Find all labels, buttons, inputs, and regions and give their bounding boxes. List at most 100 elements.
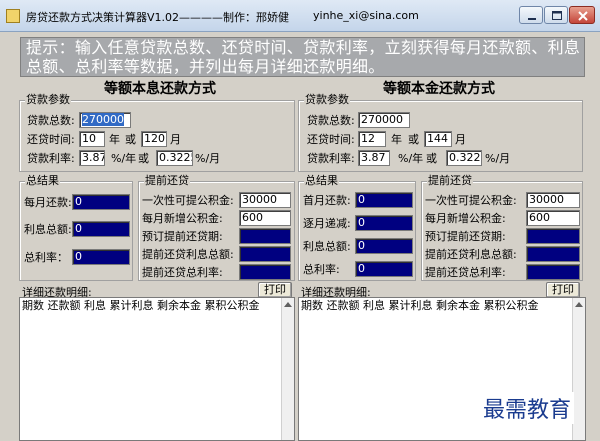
- right-once-label: 一次性可提公积金:: [425, 194, 517, 207]
- right-monthly-add-input[interactable]: 600: [526, 210, 580, 226]
- left-prepay-group: 提前还贷 一次性可提公积金: 30000 每月新增公积金: 600 预订提前还贷…: [138, 175, 295, 281]
- left-monthly-output: 0: [72, 194, 130, 210]
- right-first-label: 首月还款:: [303, 194, 351, 207]
- right-interest-output: 0: [355, 238, 413, 254]
- maximize-button[interactable]: [544, 6, 568, 24]
- right-prepay-interest-label: 提前还贷利息总额:: [425, 248, 517, 261]
- right-period-label: 预订提前还贷期:: [425, 230, 506, 243]
- left-list-scrollbar[interactable]: [281, 298, 294, 440]
- right-params-group: 贷款参数 贷款总数: 270000 还贷时间: 12 年 或 144 月 贷款利…: [298, 94, 583, 172]
- right-total-rate-output: 0: [355, 261, 413, 277]
- left-result-group: 总结果 每月还款: 0 利息总额: 0 总利率： 0: [19, 175, 133, 281]
- left-monthly-add-input[interactable]: 600: [239, 210, 291, 226]
- right-time-label: 还贷时间:: [307, 133, 355, 146]
- right-list-header: 期数 还款额 利息 累计利息 剩余本金 累积公积金: [301, 299, 539, 312]
- right-or-label: 或: [408, 133, 419, 146]
- right-rate-month-unit: %/月: [485, 152, 511, 165]
- right-interest-label: 利息总额:: [303, 240, 351, 253]
- left-total-rate-label: 总利率：: [24, 251, 68, 264]
- right-decrease-label: 逐月递减:: [303, 217, 351, 230]
- right-rate-year-input[interactable]: 3.87: [358, 150, 390, 166]
- app-window: 房贷还款方式决策计算器V1.02————制作：邢娇健 yinhe_xi@sina…: [0, 0, 600, 441]
- minimize-button[interactable]: [519, 6, 543, 24]
- right-prepay-rate-output: [526, 264, 580, 280]
- right-rate-or-label: 或: [426, 152, 437, 165]
- right-month-unit: 月: [455, 133, 466, 146]
- left-total-rate-output: 0: [72, 249, 130, 265]
- left-interest-output: 0: [72, 221, 130, 237]
- left-params-legend: 贷款参数: [25, 93, 71, 106]
- right-prepay-rate-label: 提前还贷总利率:: [425, 266, 506, 279]
- app-icon: [6, 9, 20, 23]
- left-prepay-rate-output: [239, 264, 291, 280]
- left-years-input[interactable]: 10: [79, 131, 105, 147]
- right-period-output: [526, 228, 580, 244]
- right-decrease-output: 0: [355, 215, 413, 231]
- hint-line-2: 总额、总利率等数据，并列出每月详细还款明细。: [26, 57, 385, 76]
- title-bar: 房贷还款方式决策计算器V1.02————制作：邢娇健 yinhe_xi@sina…: [0, 0, 600, 32]
- hint-line-1: 提示：输入任意贷款总数、还贷时间、贷款利率，立刻获得每月还款额、利息: [26, 38, 581, 57]
- left-total-input[interactable]: 270000: [79, 112, 131, 128]
- left-rate-year-input[interactable]: 3.87: [79, 150, 105, 166]
- left-rate-month-unit: %/月: [195, 152, 221, 165]
- left-result-legend: 总结果: [25, 174, 60, 187]
- left-prepay-rate-label: 提前还贷总利率:: [142, 266, 223, 279]
- right-prepay-interest-output: [526, 246, 580, 262]
- left-rate-label: 贷款利率:: [27, 152, 75, 165]
- left-time-label: 还贷时间:: [27, 133, 75, 146]
- left-prepay-interest-label: 提前还贷利息总额:: [142, 248, 234, 261]
- scroll-up-icon[interactable]: [575, 302, 583, 307]
- right-result-legend: 总结果: [304, 174, 339, 187]
- left-year-unit: 年: [109, 133, 120, 146]
- window-title: 房贷还款方式决策计算器V1.02————制作：邢娇健: [26, 11, 290, 24]
- right-once-input[interactable]: 30000: [526, 192, 580, 208]
- right-months-input[interactable]: 144: [424, 131, 452, 147]
- close-button[interactable]: [569, 6, 595, 24]
- scroll-up-icon[interactable]: [284, 302, 292, 307]
- client-area: 提示：输入任意贷款总数、还贷时间、贷款利率，立刻获得每月还款额、利息 总额、总利…: [0, 32, 600, 441]
- author-email: yinhe_xi@sina.com: [313, 9, 419, 22]
- hint-banner: 提示：输入任意贷款总数、还贷时间、贷款利率，立刻获得每月还款额、利息 总额、总利…: [20, 37, 585, 77]
- watermark-logo: 最需教育: [480, 392, 575, 424]
- right-prepay-legend: 提前还贷: [427, 174, 473, 187]
- left-params-group: 贷款参数 贷款总数: 270000 还贷时间: 10 年 或 120 月 贷款利…: [19, 94, 295, 172]
- left-period-output: [239, 228, 291, 244]
- left-prepay-legend: 提前还贷: [144, 174, 190, 187]
- left-months-input[interactable]: 120: [141, 131, 167, 147]
- left-period-label: 预订提前还贷期:: [142, 230, 223, 243]
- left-total-label: 贷款总数:: [27, 114, 75, 127]
- right-rate-label: 贷款利率:: [307, 152, 355, 165]
- right-total-label: 贷款总数:: [307, 114, 355, 127]
- left-rate-or-label: 或: [138, 152, 149, 165]
- left-rate-year-unit: %/年: [111, 152, 137, 165]
- right-rate-month-input[interactable]: 0.3225: [446, 150, 482, 166]
- right-total-rate-label: 总利率:: [303, 263, 340, 276]
- right-rate-year-unit: %/年: [398, 152, 424, 165]
- left-once-input[interactable]: 30000: [239, 192, 291, 208]
- left-print-button[interactable]: 打印: [258, 282, 292, 298]
- left-rate-month-input[interactable]: 0.3225: [156, 150, 193, 166]
- right-result-group: 总结果 首月还款: 0 逐月递减: 0 利息总额: 0 总利率: 0: [298, 175, 416, 281]
- right-year-unit: 年: [391, 133, 402, 146]
- right-years-input[interactable]: 12: [358, 131, 386, 147]
- left-monthly-add-label: 每月新增公积金:: [142, 212, 223, 225]
- right-first-output: 0: [355, 192, 413, 208]
- left-once-label: 一次性可提公积金:: [142, 194, 234, 207]
- right-params-legend: 贷款参数: [304, 93, 350, 106]
- left-month-unit: 月: [170, 133, 181, 146]
- left-interest-label: 利息总额:: [24, 223, 72, 236]
- left-prepay-interest-output: [239, 246, 291, 262]
- left-detail-list[interactable]: 期数 还款额 利息 累计利息 剩余本金 累积公积金: [19, 297, 295, 441]
- left-monthly-label: 每月还款:: [24, 196, 72, 209]
- right-total-input[interactable]: 270000: [358, 112, 410, 128]
- left-list-header: 期数 还款额 利息 累计利息 剩余本金 累积公积金: [22, 299, 260, 312]
- left-panel-title: 等额本息还款方式: [104, 81, 216, 97]
- close-icon: [578, 11, 588, 21]
- right-print-button[interactable]: 打印: [546, 282, 580, 298]
- minimize-icon: [528, 18, 536, 20]
- right-panel-title: 等额本金还款方式: [383, 81, 495, 97]
- right-monthly-add-label: 每月新增公积金:: [425, 212, 506, 225]
- right-prepay-group: 提前还贷 一次性可提公积金: 30000 每月新增公积金: 600 预订提前还贷…: [421, 175, 583, 281]
- maximize-icon: [552, 11, 562, 20]
- left-or-label: 或: [125, 133, 136, 146]
